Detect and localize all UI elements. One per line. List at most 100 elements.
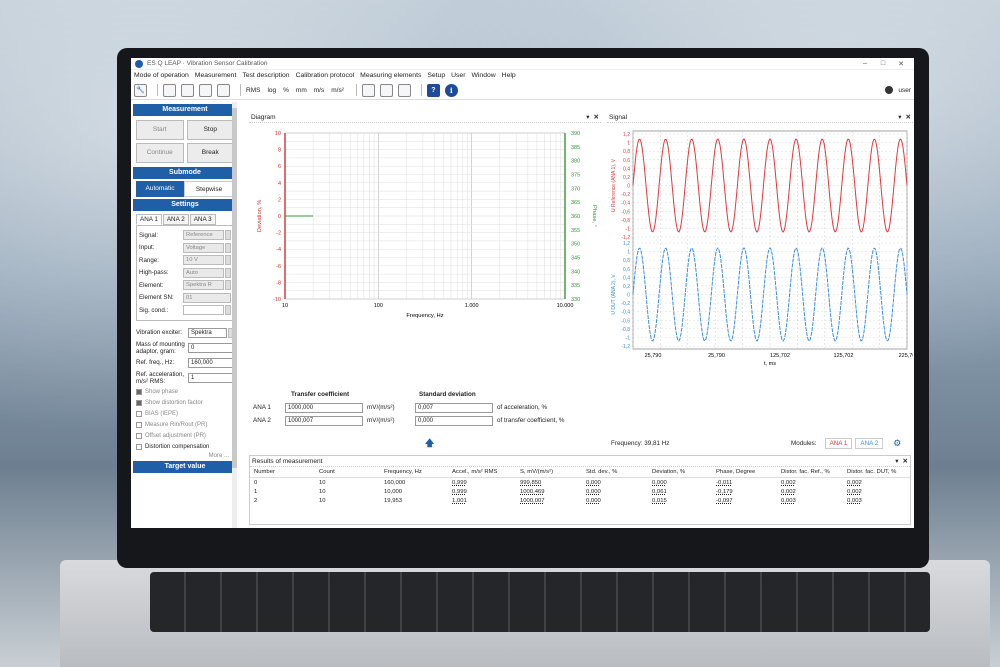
results-header-cell[interactable]: Frequency, Hz <box>384 469 452 475</box>
table-row[interactable]: 2 10 19,953 1,001 1000,007 0,000 0,015 -0,097 0,… <box>250 496 910 505</box>
ana1-tc-field[interactable]: 1000,000 <box>285 402 363 413</box>
chevron-down-icon[interactable] <box>225 267 231 278</box>
open-folder-icon[interactable] <box>181 83 194 97</box>
table-row[interactable]: 0 10 160,000 0,999 999,850 0,000 0,000 -0,011 0,… <box>250 478 910 487</box>
module-ana1-button[interactable]: ANA 1 <box>824 438 853 449</box>
automatic-button[interactable]: Automatic <box>136 181 184 197</box>
save-icon[interactable] <box>217 83 230 97</box>
layout-2-icon[interactable] <box>379 83 393 97</box>
measure-rin-checkbox[interactable] <box>136 421 142 428</box>
results-header-cell[interactable]: Phase, Degree <box>716 469 781 475</box>
menu-test-description[interactable]: Test description <box>242 72 289 79</box>
element-sn-field[interactable]: 01 <box>183 292 231 303</box>
stepwise-button[interactable]: Stepwise <box>184 181 234 197</box>
pin-icon[interactable]: ▾ <box>895 457 898 465</box>
menu-mode-of-operation[interactable]: Mode of operation <box>134 72 189 79</box>
help-book-icon[interactable]: ? <box>426 83 440 97</box>
pin-icon[interactable]: ▾ <box>898 113 901 121</box>
table-row[interactable]: 1 10 10,000 0,999 1000,469 0,000 0,061 -0,179 0,… <box>250 487 910 496</box>
menu-user[interactable]: User <box>451 72 465 79</box>
mass-field[interactable]: 0 <box>188 342 234 353</box>
user-area[interactable]: user <box>885 86 911 94</box>
menu-measurement[interactable]: Measurement <box>195 72 237 79</box>
results-header-cell[interactable]: Std. dev., % <box>586 469 652 475</box>
y-axis-label-top: U Reference (ANA 1), V <box>611 158 617 212</box>
ana2-sd-unit: of transfer coefficient, % <box>497 417 565 424</box>
maximize-icon[interactable]: □ <box>874 60 892 67</box>
pin-icon[interactable]: ▾ <box>586 113 589 121</box>
menu-help[interactable]: Help <box>502 72 516 79</box>
stop-button[interactable]: Stop <box>186 120 234 140</box>
ana2-label: ANA 2 <box>253 417 271 424</box>
input-select[interactable]: Voltage <box>183 242 224 253</box>
show-phase-checkbox[interactable] <box>136 388 142 395</box>
show-distortion-checkbox[interactable] <box>136 399 142 406</box>
sig-cond-field[interactable] <box>183 305 224 316</box>
minimize-icon[interactable]: – <box>856 60 874 67</box>
chevron-down-icon[interactable] <box>225 230 231 241</box>
scrollbar-thumb[interactable] <box>232 108 237 468</box>
break-button[interactable]: Break <box>186 143 234 163</box>
submode-header: Submode <box>133 167 237 179</box>
layout-1-icon[interactable] <box>361 83 375 97</box>
wrench-icon[interactable]: 🔧 <box>134 83 147 97</box>
results-header-cell[interactable]: Distor. fac. Ref., % <box>781 469 847 475</box>
menu-window[interactable]: Window <box>471 72 495 79</box>
chevron-down-icon[interactable] <box>225 242 231 253</box>
ana2-tc-field[interactable]: 1000,007 <box>285 415 363 426</box>
chevron-down-icon[interactable] <box>225 255 231 266</box>
element-select[interactable]: Spektra R <box>183 280 224 291</box>
close-icon[interactable]: ✕ <box>906 113 911 121</box>
unit-ms-button[interactable]: m/s <box>314 87 324 94</box>
layout-3-icon[interactable] <box>397 83 411 97</box>
vib-exciter-field[interactable]: Spektra <box>188 327 227 338</box>
table-cell: 0,000 <box>586 479 601 486</box>
signal-select[interactable]: Reference <box>183 230 224 241</box>
continue-button[interactable]: Continue <box>136 143 184 163</box>
y-tick-label: 1,2 <box>623 241 630 247</box>
unit-mm-button[interactable]: mm <box>296 87 307 94</box>
start-button[interactable]: Start <box>136 120 184 140</box>
module-ana2-button[interactable]: ANA 2 <box>855 438 884 449</box>
unit-log-button[interactable]: log <box>267 87 276 94</box>
close-icon[interactable]: ✕ <box>594 113 599 121</box>
menu-calibration-protocol[interactable]: Calibration protocol <box>296 72 355 79</box>
y-tick-label: -0,2 <box>621 192 630 198</box>
ref-acc-field[interactable]: 1 <box>188 372 234 383</box>
unit-ms2-button[interactable]: m/s² <box>331 87 344 94</box>
menu-measuring-elements[interactable]: Measuring elements <box>360 72 421 79</box>
menu-setup[interactable]: Setup <box>427 72 445 79</box>
tab-ana1[interactable]: ANA 1 <box>136 214 162 225</box>
close-icon[interactable]: ✕ <box>892 60 910 68</box>
results-header-cell[interactable]: Count <box>319 469 384 475</box>
results-header-cell[interactable]: Number <box>254 469 319 475</box>
unit-rms-button[interactable]: RMS <box>246 87 260 94</box>
range-select[interactable]: 10 V <box>183 255 224 266</box>
info-icon[interactable]: i <box>444 83 458 97</box>
more-link[interactable]: More ... <box>133 453 229 459</box>
results-header-cell[interactable]: S, mV/(m/s²) <box>520 469 586 475</box>
tab-ana3[interactable]: ANA 3 <box>189 214 216 225</box>
distortion-comp-checkbox[interactable] <box>136 443 142 450</box>
results-header-cell[interactable]: Distor. fac. DUT, % <box>847 469 914 475</box>
tab-ana2[interactable]: ANA 2 <box>162 214 189 225</box>
ana2-sd-field[interactable]: 0,000 <box>415 415 493 426</box>
results-header-cell[interactable]: Deviation, % <box>652 469 716 475</box>
results-header-cell[interactable]: Accel., m/s² RMS <box>452 469 520 475</box>
ellipsis-icon[interactable] <box>225 280 231 291</box>
table-cell: 0,002 <box>847 488 862 495</box>
ana1-sd-field[interactable]: 0,007 <box>415 402 493 413</box>
left-scrollbar[interactable] <box>232 102 237 528</box>
arrow-up-icon[interactable]: 🡅 <box>425 436 434 452</box>
highpass-select[interactable]: Auto <box>183 267 224 278</box>
new-file-icon[interactable] <box>163 83 176 97</box>
edit-icon[interactable] <box>199 83 212 97</box>
unit-percent-button[interactable]: % <box>283 87 289 94</box>
y2-tick-label: 390 <box>571 131 580 137</box>
gear-icon[interactable]: ⚙ <box>893 438 901 449</box>
ellipsis-icon[interactable] <box>225 305 231 316</box>
close-icon[interactable]: ✕ <box>903 457 908 465</box>
ref-freq-select[interactable]: 160,000 <box>188 357 234 368</box>
offset-adjust-checkbox[interactable] <box>136 432 142 439</box>
bias-checkbox[interactable] <box>136 410 142 417</box>
